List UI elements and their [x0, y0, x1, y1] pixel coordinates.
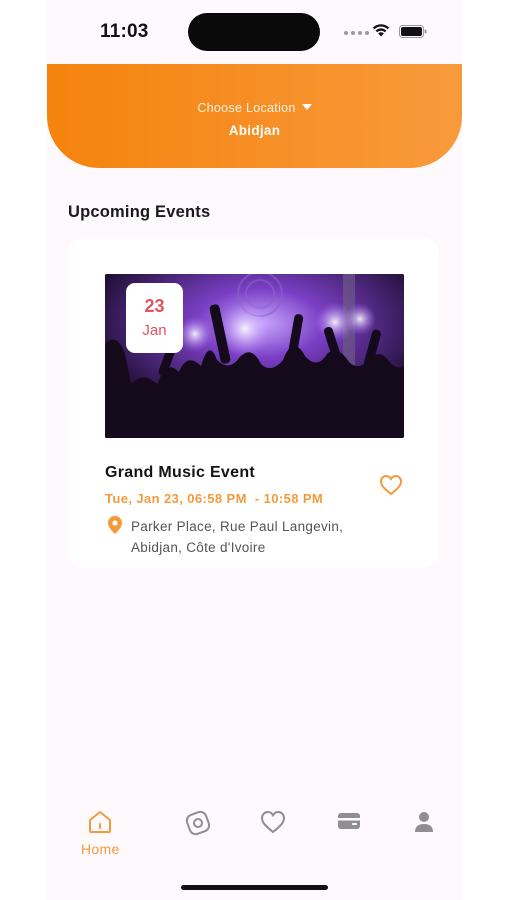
bottom-navigation: Home: [47, 800, 462, 870]
ticket-icon: [338, 813, 360, 829]
status-time: 11:03: [100, 21, 149, 42]
wifi-icon: [372, 24, 390, 37]
choose-location-label: Choose Location: [197, 101, 296, 115]
left-margin: [0, 0, 47, 900]
date-badge: 23 Jan: [126, 283, 183, 353]
event-title[interactable]: Grand Music Event: [105, 464, 255, 482]
caret-down-icon: [301, 104, 312, 110]
home-indicator[interactable]: [181, 885, 328, 890]
profile-icon: [415, 812, 433, 832]
nav-home-label: Home: [81, 841, 120, 857]
nav-home[interactable]: Home: [81, 810, 120, 857]
selected-city[interactable]: Abidjan: [47, 123, 462, 138]
nav-tickets[interactable]: [337, 810, 361, 837]
event-image[interactable]: 23 Jan: [105, 274, 404, 438]
cellular-signal-icon: [344, 31, 369, 35]
home-icon: [89, 811, 112, 833]
event-day: 23: [144, 296, 165, 316]
nav-profile[interactable]: [414, 810, 434, 839]
event-month: Jan: [142, 322, 167, 339]
event-card[interactable]: 23 Jan Grand Music Event Tue, Jan 23, 06…: [68, 238, 439, 568]
location-header: Choose Location Abidjan: [47, 64, 462, 168]
status-bar: 11:03: [0, 0, 507, 64]
choose-location-dropdown[interactable]: Choose Location: [47, 101, 462, 115]
event-address: Parker Place, Rue Paul Langevin, Abidjan…: [131, 516, 391, 558]
address-line-2: Abidjan, Côte d'Ivoire: [131, 540, 266, 555]
explore-icon: [185, 810, 211, 836]
nav-favorites[interactable]: [260, 810, 286, 839]
section-title: Upcoming Events: [68, 203, 211, 221]
nav-explore[interactable]: [185, 810, 211, 841]
right-margin: [462, 0, 507, 900]
heart-icon: [260, 810, 286, 834]
favorite-heart-icon[interactable]: [379, 474, 403, 496]
location-pin-icon: [108, 516, 122, 534]
event-time: Tue, Jan 23, 06:58 PM - 10:58 PM: [105, 491, 324, 506]
battery-icon: [399, 25, 427, 38]
address-line-1: Parker Place, Rue Paul Langevin,: [131, 519, 344, 534]
dynamic-island: [188, 13, 320, 51]
